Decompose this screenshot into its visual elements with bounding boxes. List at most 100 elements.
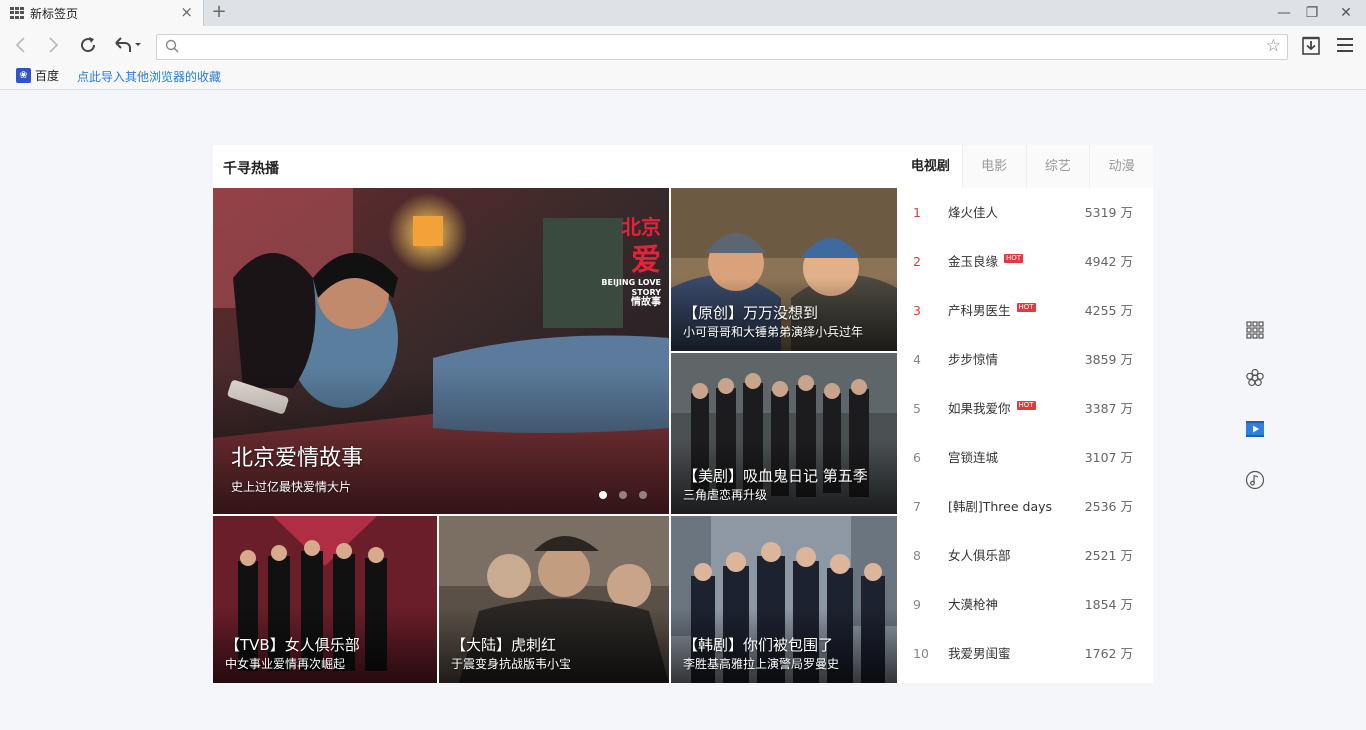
address-input[interactable] <box>187 37 1247 57</box>
address-bar[interactable]: ☆ <box>156 34 1288 60</box>
carousel-dot[interactable] <box>599 491 607 499</box>
video-tile[interactable]: 【TVB】女人俱乐部 中女事业爱情再次崛起 <box>213 516 437 683</box>
rank-name: [韩剧]Three days <box>948 499 1053 514</box>
rank-number: 10 <box>913 646 929 661</box>
ranking-list: 1 烽火佳人 5319 万 2 金玉良缘 HOT 4942 万 3 产科男医生 HOT 4255… <box>899 188 1153 678</box>
reload-icon <box>81 37 96 53</box>
carousel-dot[interactable] <box>619 491 627 499</box>
bookmark-star-icon[interactable]: ☆ <box>1266 36 1281 56</box>
rank-name: 宫锁连城 <box>948 450 999 465</box>
video-subtitle: 中女事业爱情再次崛起 <box>225 657 346 671</box>
video-title: 【TVB】女人俱乐部 <box>225 636 360 654</box>
video-caption: 【大陆】虎刺红 于震变身抗战版韦小宝 <box>451 635 571 673</box>
featured-title: 北京爱情故事 <box>231 446 364 471</box>
tab-anime[interactable]: 动漫 <box>1089 145 1153 188</box>
bookmarks-bar: ❀ 百度 点此导入其他浏览器的收藏 <box>0 64 1366 90</box>
carousel-dot[interactable] <box>639 491 647 499</box>
reload-button[interactable] <box>77 34 99 56</box>
list-item[interactable]: 8 女人俱乐部 2521 万 <box>899 531 1153 580</box>
search-icon <box>165 39 179 53</box>
video-tile[interactable]: 【韩剧】你们被包围了 李胜基高雅拉上演警局罗曼史 <box>671 516 897 683</box>
flower-icon[interactable] <box>1245 368 1265 388</box>
menu-button[interactable] <box>1337 38 1353 52</box>
video-subtitle: 李胜基高雅拉上演警局罗曼史 <box>683 657 840 671</box>
bookmark-baidu-label: 百度 <box>35 69 60 83</box>
hot-video-panel: 千寻热播 北京 爱 BEIJING LOVE STORY 情故事 北京爱情故事 … <box>213 145 1153 683</box>
rank-count: 3387 万 <box>1084 401 1133 416</box>
rank-name: 烽火佳人 <box>948 205 999 220</box>
bookmark-baidu[interactable]: ❀ 百度 <box>16 67 59 84</box>
back-button[interactable] <box>10 34 32 56</box>
tab-tv-series[interactable]: 电视剧 <box>899 145 962 188</box>
tab-variety[interactable]: 综艺 <box>1025 145 1090 188</box>
rank-name: 我爱男闺蜜 <box>948 646 1011 661</box>
rank-name: 如果我爱你 HOT <box>948 401 1036 416</box>
featured-tile[interactable]: 北京 爱 BEIJING LOVE STORY 情故事 北京爱情故事 史上过亿最… <box>213 188 669 514</box>
chevron-left-icon <box>15 37 25 53</box>
rank-count: 1762 万 <box>1084 646 1133 661</box>
rank-number: 9 <box>913 597 921 612</box>
rank-count: 4255 万 <box>1084 303 1133 318</box>
video-caption: 【原创】万万没想到 小可哥哥和大锤弟弟演绎小兵过年 <box>683 303 863 341</box>
video-caption: 【TVB】女人俱乐部 中女事业爱情再次崛起 <box>225 635 360 673</box>
browser-tab[interactable]: 新标签页 × <box>0 0 204 26</box>
undo-icon <box>115 37 141 52</box>
video-tile[interactable]: 【美剧】吸血鬼日记 第五季 三角虐恋再升级 <box>671 353 897 514</box>
download-icon[interactable] <box>1301 36 1321 56</box>
video-tile[interactable]: 【大陆】虎刺红 于震变身抗战版韦小宝 <box>439 516 669 683</box>
restore-button[interactable]: ❐ <box>1302 3 1322 23</box>
undo-close-button[interactable] <box>110 34 144 56</box>
apps-grid-icon[interactable] <box>1245 320 1265 340</box>
toolbar: ☆ <box>0 26 1366 64</box>
rank-number: 3 <box>913 303 921 318</box>
import-bookmarks-link[interactable]: 点此导入其他浏览器的收藏 <box>77 68 221 85</box>
rank-number: 5 <box>913 401 921 416</box>
video-title: 【美剧】吸血鬼日记 第五季 <box>683 467 868 485</box>
panel-title: 千寻热播 <box>223 161 279 177</box>
rank-count: 3107 万 <box>1084 450 1133 465</box>
list-item[interactable]: 9 大漠枪神 1854 万 <box>899 580 1153 629</box>
chevron-right-icon <box>49 37 59 53</box>
hot-badge: HOT <box>1004 254 1024 263</box>
rank-count: 2536 万 <box>1084 499 1133 514</box>
video-caption: 【韩剧】你们被包围了 李胜基高雅拉上演警局罗曼史 <box>683 635 839 673</box>
tab-title: 新标签页 <box>30 6 79 21</box>
rank-number: 6 <box>913 450 921 465</box>
list-item[interactable]: 10 我爱男闺蜜 1762 万 <box>899 629 1153 678</box>
new-tab-button[interactable]: + <box>206 2 232 24</box>
video-tile[interactable]: 【原创】万万没想到 小可哥哥和大锤弟弟演绎小兵过年 <box>671 188 897 351</box>
list-item[interactable]: 6 宫锁连城 3107 万 <box>899 433 1153 482</box>
video-subtitle: 三角虐恋再升级 <box>683 488 768 502</box>
tab-close-icon[interactable]: × <box>180 4 193 20</box>
rank-number: 8 <box>913 548 921 563</box>
hot-badge: HOT <box>1016 401 1036 410</box>
ranking-tabs: 电视剧 电影 综艺 动漫 <box>899 145 1153 188</box>
list-item[interactable]: 1 烽火佳人 5319 万 <box>899 188 1153 237</box>
rank-number: 4 <box>913 352 921 367</box>
video-title: 【大陆】虎刺红 <box>451 636 557 654</box>
list-item[interactable]: 7 [韩剧]Three days 2536 万 <box>899 482 1153 531</box>
carousel-dots <box>599 491 647 499</box>
list-item[interactable]: 3 产科男医生 HOT 4255 万 <box>899 286 1153 335</box>
tab-movies[interactable]: 电影 <box>961 145 1026 188</box>
music-note-icon[interactable] <box>1245 470 1265 490</box>
featured-caption: 北京爱情故事 史上过亿最快爱情大片 <box>231 444 363 496</box>
rank-number: 1 <box>913 205 921 220</box>
title-bar: 新标签页 × + — ❐ ✕ <box>0 0 1366 26</box>
rank-name: 金玉良缘 HOT <box>948 254 1024 269</box>
rank-name: 步步惊情 <box>948 352 999 367</box>
minimize-button[interactable]: — <box>1274 3 1294 23</box>
hot-badge: HOT <box>1016 303 1036 312</box>
rank-count: 1854 万 <box>1084 597 1133 612</box>
close-window-button[interactable]: ✕ <box>1336 3 1356 23</box>
featured-subtitle: 史上过亿最快爱情大片 <box>231 480 352 494</box>
video-title: 【韩剧】你们被包围了 <box>683 636 834 654</box>
video-play-icon[interactable] <box>1245 419 1265 439</box>
video-caption: 【美剧】吸血鬼日记 第五季 三角虐恋再升级 <box>683 466 868 504</box>
rank-count: 2521 万 <box>1084 548 1133 563</box>
list-item[interactable]: 5 如果我爱你 HOT 3387 万 <box>899 384 1153 433</box>
beijing-love-story-logo: 北京 爱 BEIJING LOVE STORY 情故事 <box>601 215 661 308</box>
forward-button[interactable] <box>42 34 64 56</box>
list-item[interactable]: 2 金玉良缘 HOT 4942 万 <box>899 237 1153 286</box>
list-item[interactable]: 4 步步惊情 3859 万 <box>899 335 1153 384</box>
